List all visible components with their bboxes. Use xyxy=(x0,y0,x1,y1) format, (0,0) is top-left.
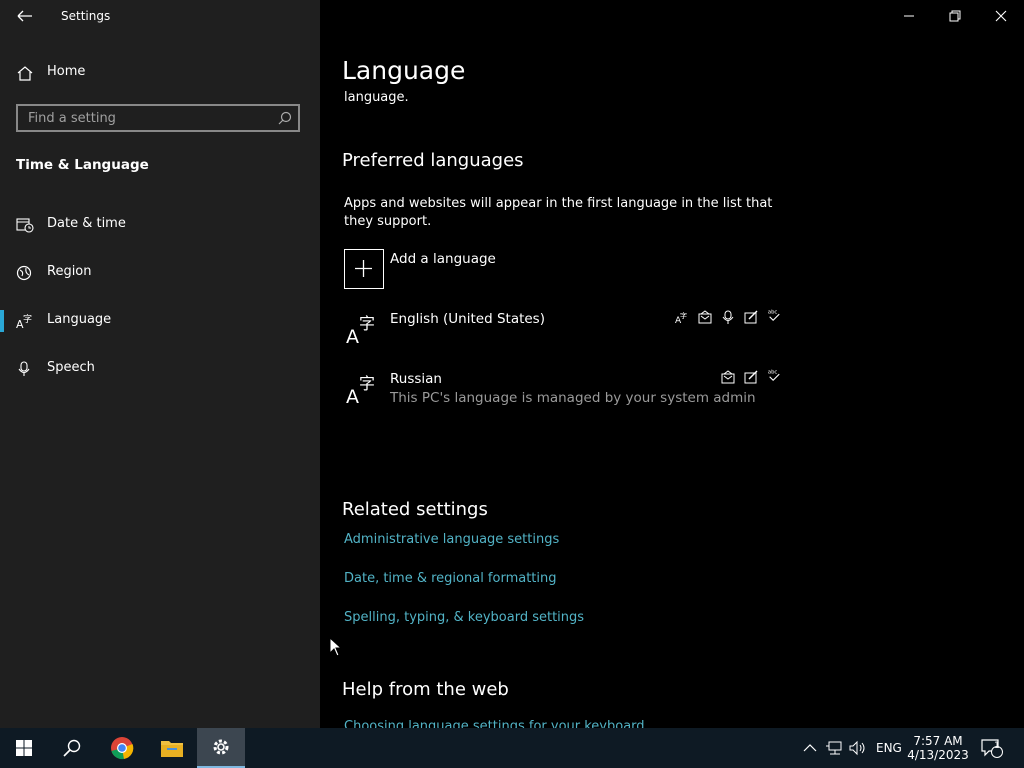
back-button[interactable] xyxy=(10,4,38,28)
svg-text:abc: abc xyxy=(768,309,778,315)
sidebar-item-speech[interactable]: Speech xyxy=(0,349,320,389)
clipped-text: language. xyxy=(344,90,409,105)
search-placeholder: Find a setting xyxy=(28,111,116,126)
mouse-cursor-icon xyxy=(329,637,343,657)
settings-app-button[interactable] xyxy=(197,728,245,768)
svg-text:字: 字 xyxy=(680,311,687,320)
sidebar-item-label: Date & time xyxy=(47,216,126,231)
section-title: Time & Language xyxy=(16,157,149,173)
spelling-icon: abc xyxy=(768,369,780,382)
preferred-languages-heading: Preferred languages xyxy=(342,150,524,171)
search-icon xyxy=(278,111,292,125)
start-button[interactable] xyxy=(0,728,48,768)
svg-text:字: 字 xyxy=(359,374,375,393)
handwriting-icon xyxy=(744,310,758,324)
svg-text:A: A xyxy=(346,386,359,404)
settings-icon xyxy=(213,739,229,755)
start-icon xyxy=(16,740,32,756)
chrome-button[interactable] xyxy=(98,728,146,768)
back-arrow-icon xyxy=(17,10,32,22)
input-language-button[interactable]: ENG xyxy=(876,728,902,768)
spelling-icon: abc xyxy=(768,309,780,322)
help-heading: Help from the web xyxy=(342,679,509,700)
sidebar-item-label: Speech xyxy=(47,360,95,375)
sidebar-item-region[interactable]: Region xyxy=(0,253,320,293)
sidebar: Settings Home Find a setting Time & Lang… xyxy=(0,0,320,728)
help-link-text: Choosing language settings for your keyb… xyxy=(344,719,645,728)
svg-text:A: A xyxy=(346,326,359,344)
sidebar-item-home[interactable]: Home xyxy=(0,53,320,93)
language-name: Russian xyxy=(390,371,442,387)
display-language-icon: A字 xyxy=(675,311,687,324)
network-icon xyxy=(826,741,842,755)
clock-time: 7:57 AM xyxy=(913,734,963,748)
restore-button[interactable] xyxy=(932,0,978,32)
close-icon xyxy=(995,10,1007,22)
plus-icon xyxy=(355,260,372,277)
language-glyph-icon: A字 xyxy=(346,314,375,344)
chrome-icon xyxy=(111,737,134,760)
text-to-speech-icon xyxy=(698,310,712,324)
handwriting-icon xyxy=(744,370,758,384)
language-name: English (United States) xyxy=(390,311,545,327)
svg-text:字: 字 xyxy=(359,314,375,333)
sidebar-item-language[interactable]: A字 Language xyxy=(0,301,320,341)
volume-button[interactable] xyxy=(849,728,867,768)
close-button[interactable] xyxy=(978,0,1024,32)
minimize-icon xyxy=(904,15,914,17)
preferred-languages-description: Apps and websites will appear in the fir… xyxy=(344,196,773,229)
sidebar-item-label: Home xyxy=(47,64,86,79)
language-glyph-icon: A字 xyxy=(346,374,375,404)
show-hidden-icons-button[interactable] xyxy=(803,728,817,768)
add-language-label[interactable]: Add a language xyxy=(390,251,496,267)
regional-formatting-link[interactable]: Date, time & regional formatting xyxy=(344,571,557,586)
svg-text:abc: abc xyxy=(768,369,778,375)
window-title: Settings xyxy=(61,9,111,23)
sidebar-item-date-time[interactable]: Date & time xyxy=(0,205,320,245)
admin-language-settings-link[interactable]: Administrative language settings xyxy=(344,532,559,547)
restore-icon xyxy=(949,10,961,22)
speech-recognition-icon xyxy=(722,310,734,324)
language-icon: A字 xyxy=(16,313,32,329)
text-to-speech-icon xyxy=(721,370,735,384)
sidebar-item-label: Region xyxy=(47,264,92,279)
related-settings-heading: Related settings xyxy=(342,499,488,520)
network-button[interactable] xyxy=(826,728,844,768)
add-language-button[interactable] xyxy=(344,249,384,289)
language-subtitle: This PC's language is managed by your sy… xyxy=(390,390,756,406)
keyboard-settings-link[interactable]: Spelling, typing, & keyboard settings xyxy=(344,610,584,625)
notification-count: 1 xyxy=(994,741,1000,751)
selection-indicator xyxy=(0,310,4,332)
taskbar-search-button[interactable] xyxy=(48,728,96,768)
search-input[interactable]: Find a setting xyxy=(16,104,300,132)
search-icon xyxy=(63,739,81,757)
calendar-clock-icon xyxy=(16,218,34,233)
clock[interactable]: 7:57 AM 4/13/2023 xyxy=(906,728,970,768)
help-link[interactable]: Choosing language settings for your keyb… xyxy=(344,719,645,728)
svg-text:字: 字 xyxy=(23,313,32,325)
page-title: Language xyxy=(342,56,466,85)
microphone-icon xyxy=(18,361,30,376)
clock-date: 4/13/2023 xyxy=(907,748,969,762)
chevron-up-icon xyxy=(803,744,817,752)
volume-icon xyxy=(849,740,865,756)
globe-icon xyxy=(16,265,32,281)
file-explorer-button[interactable] xyxy=(148,728,196,768)
file-explorer-icon xyxy=(161,741,183,757)
minimize-button[interactable] xyxy=(886,0,932,32)
home-icon xyxy=(17,66,33,81)
sidebar-item-label: Language xyxy=(47,312,112,327)
action-center-button[interactable]: 1 xyxy=(981,728,1003,768)
taskbar: ENG 7:57 AM 4/13/2023 1 xyxy=(0,728,1024,768)
